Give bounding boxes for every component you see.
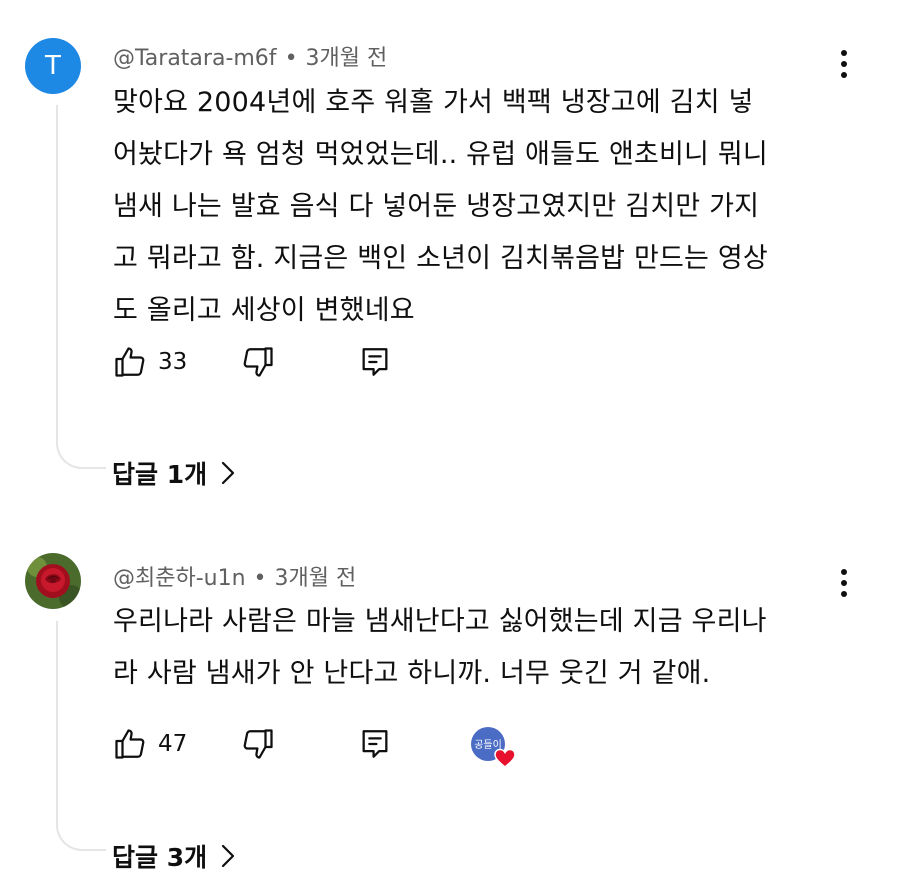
comment-actions: 47	[112, 724, 612, 764]
thumbs-up-icon	[115, 729, 145, 759]
reply-button[interactable]	[358, 724, 392, 764]
author-name[interactable]: @최춘하-u1n	[113, 566, 246, 591]
thumbs-down-icon	[243, 729, 273, 759]
reply-thread-line	[56, 621, 106, 851]
view-replies-button[interactable]: 답글 3개	[112, 838, 235, 874]
creator-heart-badge: 공들이	[470, 725, 522, 769]
reply-comment-icon	[362, 730, 388, 758]
comment-text: 우리나라 사람은 마늘 냄새난다고 싫어했는데 지금 우리나 라 사람 냄새가 …	[113, 596, 843, 700]
comment-text-line: 우리나라 사람은 마늘 냄새난다고 싫어했는데 지금 우리나	[113, 606, 767, 637]
rose-image-icon	[25, 553, 81, 609]
comment-2: @최춘하-u1n • 3개월 전 우리나라 사람은 마늘 냄새난다고 싫어했는데 지…	[0, 0, 900, 882]
like-button[interactable]: 47	[112, 724, 187, 764]
meta-separator: •	[253, 566, 267, 591]
creator-avatar-text: 공들이	[474, 739, 502, 751]
replies-label: 답글 3개	[112, 843, 208, 872]
dislike-button[interactable]	[240, 724, 276, 764]
comment-time: 3개월 전	[274, 566, 357, 591]
like-count: 47	[158, 731, 188, 757]
comment-text-line: 라 사람 냄새가 안 난다고 하니까. 너무 웃긴 거 같애.	[113, 658, 711, 689]
comment-meta: @최춘하-u1n • 3개월 전	[113, 560, 356, 592]
heart-icon	[494, 748, 516, 768]
red-rose-avatar[interactable]	[25, 553, 81, 609]
chevron-right-icon	[222, 844, 235, 868]
